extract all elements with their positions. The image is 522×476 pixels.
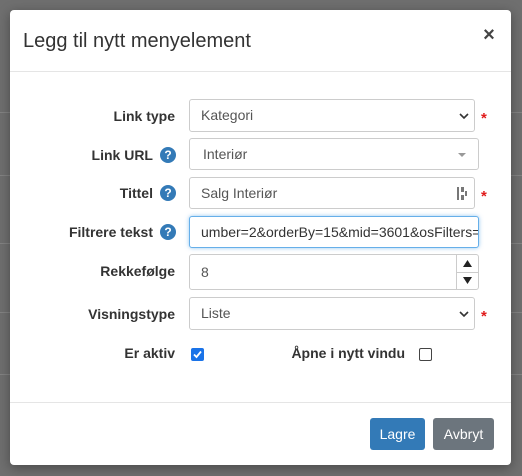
visningstype-select[interactable]: Liste bbox=[189, 297, 475, 330]
tittel-label: Tittel bbox=[119, 185, 153, 201]
rekkefolge-number-input[interactable]: 8 bbox=[189, 254, 479, 290]
link-url-label: Link URL bbox=[91, 147, 153, 163]
spin-down-icon[interactable] bbox=[462, 276, 473, 285]
visningstype-value: Liste bbox=[201, 305, 231, 321]
dialog-header: Legg til nytt menyelement × bbox=[10, 10, 511, 72]
filtrere-tekst-value: umber=2&orderBy=15&mid=3601&osFilters=1 bbox=[201, 224, 479, 240]
chevron-down-icon bbox=[459, 113, 469, 120]
apne-i-nytt-vindu-checkbox[interactable] bbox=[419, 348, 432, 361]
dialog-title: Legg til nytt menyelement bbox=[23, 30, 251, 52]
spin-divider bbox=[457, 272, 479, 273]
visningstype-label: Visningstype bbox=[88, 306, 175, 322]
link-url-value: Interiør bbox=[203, 146, 248, 162]
help-icon[interactable]: ? bbox=[160, 224, 176, 240]
rekkefolge-label: Rekkefølge bbox=[100, 263, 175, 279]
cancel-button[interactable]: Avbryt bbox=[433, 418, 494, 450]
tittel-input[interactable]: Salg Interiør bbox=[189, 177, 475, 209]
filtrere-tekst-label: Filtrere tekst bbox=[68, 224, 153, 240]
filtrere-tekst-input[interactable]: umber=2&orderBy=15&mid=3601&osFilters=1 bbox=[189, 216, 479, 248]
spin-up-icon[interactable] bbox=[462, 259, 473, 268]
link-type-label: Link type bbox=[113, 108, 175, 124]
required-marker: * bbox=[481, 308, 487, 325]
field-options-icon[interactable] bbox=[456, 186, 468, 201]
add-menu-item-dialog: Legg til nytt menyelement × Link type Ka… bbox=[10, 10, 511, 465]
save-button[interactable]: Lagre bbox=[370, 418, 425, 450]
required-marker: * bbox=[481, 110, 487, 127]
link-type-value: Kategori bbox=[201, 107, 254, 123]
check-icon bbox=[193, 350, 202, 359]
required-marker: * bbox=[481, 188, 487, 205]
chevron-down-icon bbox=[459, 311, 469, 318]
help-icon[interactable]: ? bbox=[160, 185, 176, 201]
dialog-footer: Lagre Avbryt bbox=[10, 402, 511, 465]
apne-i-nytt-vindu-label: Åpne i nytt vindu bbox=[291, 345, 405, 361]
help-icon[interactable]: ? bbox=[160, 147, 176, 163]
tittel-value: Salg Interiør bbox=[201, 185, 278, 201]
link-type-select[interactable]: Kategori bbox=[189, 99, 475, 132]
link-url-select[interactable]: Interiør bbox=[189, 138, 479, 170]
caret-down-icon bbox=[458, 153, 466, 157]
close-icon[interactable]: × bbox=[479, 25, 499, 45]
er-aktiv-checkbox[interactable] bbox=[191, 348, 204, 361]
er-aktiv-label: Er aktiv bbox=[124, 345, 175, 361]
rekkefolge-value: 8 bbox=[201, 264, 209, 280]
spin-buttons bbox=[456, 255, 479, 289]
